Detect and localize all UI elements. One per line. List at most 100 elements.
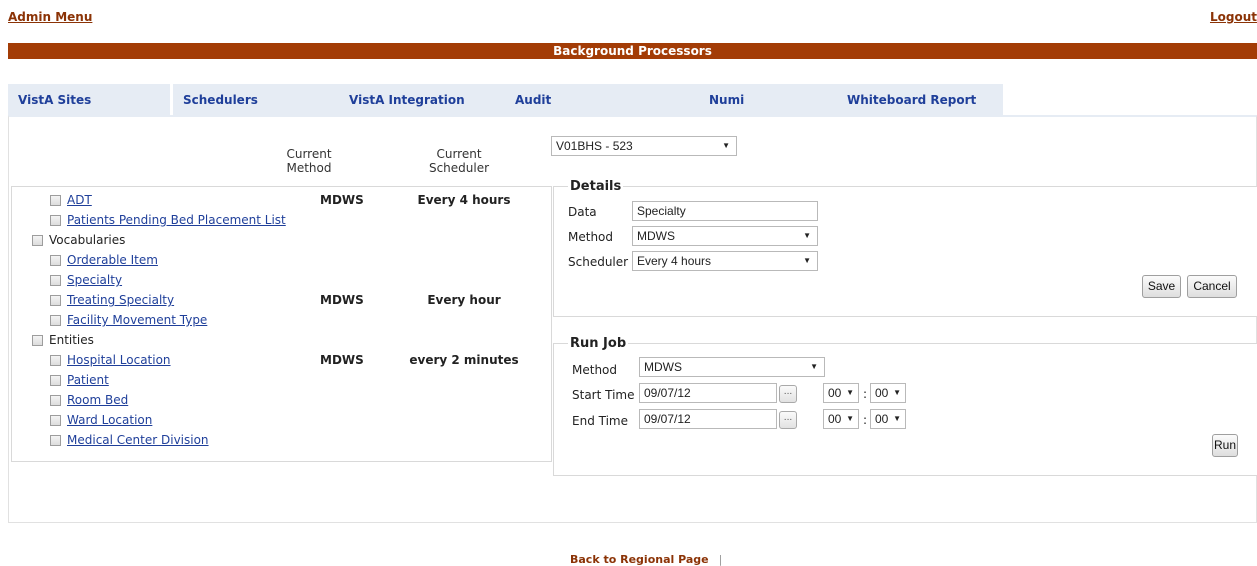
start-date-field[interactable]: 09/07/12 (639, 383, 777, 403)
chevron-down-icon: ▼ (803, 256, 811, 265)
tab-vista-integration[interactable]: VistA Integration (339, 84, 505, 116)
tree-row: Ward Location (12, 412, 553, 430)
tree-item-method: MDWS (320, 193, 364, 207)
start-hour-select[interactable]: 00 ▼ (823, 383, 859, 403)
run-job-legend: Run Job (568, 336, 629, 351)
page-title: Background Processors (8, 43, 1257, 59)
tree-group-label: Vocabularies (49, 233, 126, 247)
footer: Back to Regional Page | (570, 553, 722, 566)
tree-checkbox[interactable] (50, 435, 61, 446)
tab-numi-label: Numi (709, 93, 745, 107)
back-to-regional-link[interactable]: Back to Regional Page (570, 553, 709, 566)
tree-item-method: MDWS (320, 293, 364, 307)
tree-item-link[interactable]: Hospital Location (67, 353, 171, 367)
run-button[interactable]: Run (1212, 434, 1238, 457)
chevron-down-icon: ▼ (803, 231, 811, 240)
run-method-value: MDWS (644, 360, 682, 374)
tree-row: Patient (12, 372, 553, 390)
logout-link[interactable]: Logout (1210, 10, 1257, 24)
tree-checkbox[interactable] (50, 315, 61, 326)
start-minute-select[interactable]: 00 ▼ (870, 383, 906, 403)
details-panel: Details Data Specialty Method MDWS ▼ Sch… (553, 179, 1257, 317)
tree-item-link[interactable]: Ward Location (67, 413, 152, 427)
footer-separator: | (718, 553, 723, 566)
tree-checkbox[interactable] (50, 195, 61, 206)
tree-row: Specialty (12, 272, 553, 290)
tree-item-link[interactable]: Patients Pending Bed Placement List (67, 213, 286, 227)
tree-item-link[interactable]: Medical Center Division (67, 433, 209, 447)
end-date-picker-button[interactable]: ... (779, 411, 797, 429)
tree-item-link[interactable]: Treating Specialty (67, 293, 174, 307)
tree-row: Orderable Item (12, 252, 553, 270)
tree-item-scheduler: every 2 minutes (409, 353, 519, 367)
end-time-colon: : (863, 413, 868, 427)
tree-item-link[interactable]: Orderable Item (67, 253, 158, 267)
tree-checkbox[interactable] (32, 235, 43, 246)
data-field[interactable]: Specialty (632, 201, 818, 221)
tree-checkbox[interactable] (50, 395, 61, 406)
current-scheduler-header: Current Scheduler (428, 147, 490, 175)
chevron-down-icon: ▼ (893, 414, 901, 423)
tree-checkbox[interactable] (50, 295, 61, 306)
tree-checkbox[interactable] (50, 375, 61, 386)
start-hour-value: 00 (828, 386, 842, 400)
run-method-select[interactable]: MDWS ▼ (639, 357, 825, 377)
tree-row: Medical Center Division (12, 432, 553, 450)
tree-group-label: Entities (49, 333, 94, 347)
tree-checkbox[interactable] (50, 415, 61, 426)
tree-checkbox[interactable] (50, 355, 61, 366)
admin-menu-link[interactable]: Admin Menu (8, 10, 92, 24)
run-job-panel: Run Job Method MDWS ▼ Start Time 09/07/1… (553, 336, 1257, 476)
details-scheduler-select[interactable]: Every 4 hours ▼ (632, 251, 818, 271)
tree-row: Hospital Location MDWS every 2 minutes (12, 352, 553, 370)
tree-item-scheduler: Every hour (427, 293, 501, 307)
save-button[interactable]: Save (1142, 275, 1181, 298)
tree-row: Vocabularies (12, 232, 553, 250)
tree-checkbox[interactable] (32, 335, 43, 346)
start-date-picker-button[interactable]: ... (779, 385, 797, 403)
chevron-down-icon: ▼ (810, 362, 818, 371)
method-label: Method (568, 230, 614, 244)
tree-checkbox[interactable] (50, 255, 61, 266)
tree-item-link[interactable]: ADT (67, 193, 92, 207)
tab-vista-sites[interactable]: VistA Sites (8, 84, 170, 116)
tab-schedulers[interactable]: Schedulers (173, 84, 339, 116)
tree-panel: ADT MDWS Every 4 hours Patients Pending Bed… (11, 186, 552, 462)
site-select[interactable]: V01BHS - 523 ▼ (551, 136, 737, 156)
tree-row: Entities (12, 332, 553, 350)
end-minute-value: 00 (875, 412, 889, 426)
tree-checkbox[interactable] (50, 275, 61, 286)
tree-row: ADT MDWS Every 4 hours (12, 192, 553, 210)
chevron-down-icon: ▼ (846, 414, 854, 423)
start-minute-value: 00 (875, 386, 889, 400)
end-hour-select[interactable]: 00 ▼ (823, 409, 859, 429)
tree-item-link[interactable]: Room Bed (67, 393, 128, 407)
tree-row: Treating Specialty MDWS Every hour (12, 292, 553, 310)
tree-item-link[interactable]: Patient (67, 373, 109, 387)
chevron-down-icon: ▼ (722, 141, 730, 150)
tree-item-link[interactable]: Specialty (67, 273, 122, 287)
end-hour-value: 00 (828, 412, 842, 426)
tree-checkbox[interactable] (50, 215, 61, 226)
end-minute-select[interactable]: 00 ▼ (870, 409, 906, 429)
start-time-label: Start Time (572, 388, 635, 402)
start-time-colon: : (863, 387, 868, 401)
main-panel: Current Method Current Scheduler V01BHS … (8, 115, 1257, 523)
end-time-label: End Time (572, 414, 628, 428)
details-method-value: MDWS (637, 229, 675, 243)
details-method-select[interactable]: MDWS ▼ (632, 226, 818, 246)
scheduler-label: Scheduler (568, 255, 629, 269)
end-date-field[interactable]: 09/07/12 (639, 409, 777, 429)
run-method-label: Method (572, 363, 618, 377)
details-scheduler-value: Every 4 hours (637, 254, 712, 268)
chevron-down-icon: ▼ (846, 388, 854, 397)
cancel-button[interactable]: Cancel (1187, 275, 1237, 298)
tab-audit[interactable]: Audit (505, 84, 671, 116)
tree-row: Patients Pending Bed Placement List (12, 212, 553, 230)
data-label: Data (568, 205, 597, 219)
tree-row: Facility Movement Type (12, 312, 553, 330)
chevron-down-icon: ▼ (893, 388, 901, 397)
tab-numi[interactable]: Numi (671, 84, 837, 116)
tree-item-link[interactable]: Facility Movement Type (67, 313, 207, 327)
tab-whiteboard-report[interactable]: Whiteboard Report (837, 84, 1003, 116)
